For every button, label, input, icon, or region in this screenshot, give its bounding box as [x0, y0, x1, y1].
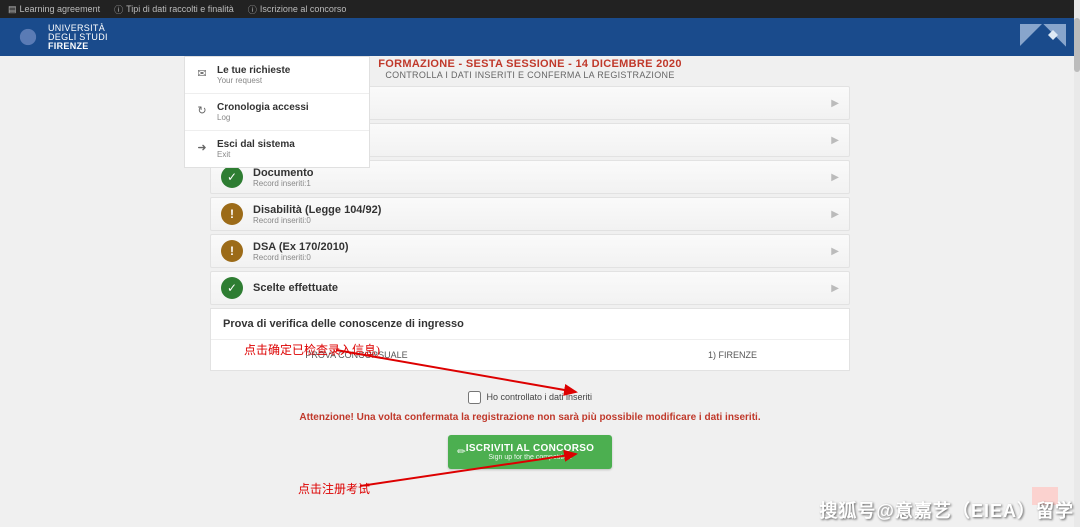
- university-seal-icon: [14, 23, 42, 51]
- sidebar-item-requests[interactable]: ✉ Le tue richiesteYour request: [185, 57, 369, 94]
- accordion-sub: Record inseriti:1: [253, 179, 821, 188]
- accordion-item-5[interactable]: ✓ Scelte effettuate ▶: [210, 271, 850, 305]
- verification-panel: Prova di verifica delle conoscenze di in…: [210, 308, 850, 371]
- envelope-icon: ✉: [195, 66, 209, 80]
- chevron-right-icon: ▶: [831, 209, 839, 220]
- iscriviti-button[interactable]: ✎ ISCRIVITI AL CONCORSO Sign up for the …: [448, 435, 613, 469]
- eagle-emblem-icon: [1020, 24, 1066, 50]
- accordion-title: Documento: [253, 167, 821, 179]
- accordion-title: Scelte effettuate: [253, 282, 821, 294]
- panel-heading: Prova di verifica delle conoscenze di in…: [211, 309, 849, 340]
- info-icon: ⓘ: [248, 3, 257, 16]
- chevron-right-icon: ▶: [831, 98, 839, 109]
- annotation-check-info: 点击确定已检查录入信息): [244, 341, 380, 358]
- confirm-checkbox[interactable]: [468, 391, 481, 404]
- left-sidebar: ✉ Le tue richiesteYour request ↻ Cronolo…: [184, 56, 370, 168]
- check-circle-icon: ✓: [221, 277, 243, 299]
- exit-icon: ➜: [195, 140, 209, 154]
- warning-text: Attenzione! Una volta confermata la regi…: [210, 412, 850, 423]
- doc-icon: ▤: [8, 4, 17, 15]
- brand-logo[interactable]: UNIVERSITÀDEGLI STUDIFIRENZE: [14, 23, 108, 51]
- sidebar-item-exit[interactable]: ➜ Esci dal sistemaExit: [185, 131, 369, 167]
- confirm-checkbox-row: Ho controllato i dati inseriti: [210, 391, 850, 404]
- accordion-title: Disabilità (Legge 104/92): [253, 204, 821, 216]
- accordion-sub: Record inseriti:0: [253, 216, 821, 225]
- chevron-right-icon: ▶: [831, 172, 839, 183]
- sidebar-item-log[interactable]: ↻ Cronologia accessiLog: [185, 94, 369, 131]
- topbar-learning-agreement[interactable]: ▤Learning agreement: [8, 4, 100, 15]
- topbar-tipi-dati[interactable]: ⓘTipi di dati raccolti e finalità: [114, 3, 234, 16]
- panel-col-sede: 1) FIRENZE: [490, 350, 837, 360]
- chevron-right-icon: ▶: [831, 283, 839, 294]
- vertical-scrollbar[interactable]: [1074, 0, 1080, 527]
- accordion-item-4[interactable]: ! DSA (Ex 170/2010)Record inseriti:0 ▶: [210, 234, 850, 268]
- warn-circle-icon: !: [221, 203, 243, 225]
- topbar-iscrizione[interactable]: ⓘIscrizione al concorso: [248, 3, 347, 16]
- site-header: UNIVERSITÀDEGLI STUDIFIRENZE: [0, 18, 1080, 56]
- info-icon: ⓘ: [114, 3, 123, 16]
- annotation-register: 点击注册考试: [298, 480, 370, 497]
- confirm-checkbox-label: Ho controllato i dati inseriti: [486, 392, 592, 402]
- check-circle-icon: ✓: [221, 166, 243, 188]
- accordion-item-3[interactable]: ! Disabilità (Legge 104/92)Record inserit…: [210, 197, 850, 231]
- history-icon: ↻: [195, 103, 209, 117]
- top-utility-bar: ▤Learning agreement ⓘTipi di dati raccol…: [0, 0, 1080, 18]
- warn-circle-icon: !: [221, 240, 243, 262]
- accordion-title: DSA (Ex 170/2010): [253, 241, 821, 253]
- watermark: 搜狐号@意嘉艺（EIEA）留学: [819, 497, 1074, 523]
- accordion-sub: Record inseriti:0: [253, 253, 821, 262]
- chevron-right-icon: ▶: [831, 135, 839, 146]
- chevron-right-icon: ▶: [831, 246, 839, 257]
